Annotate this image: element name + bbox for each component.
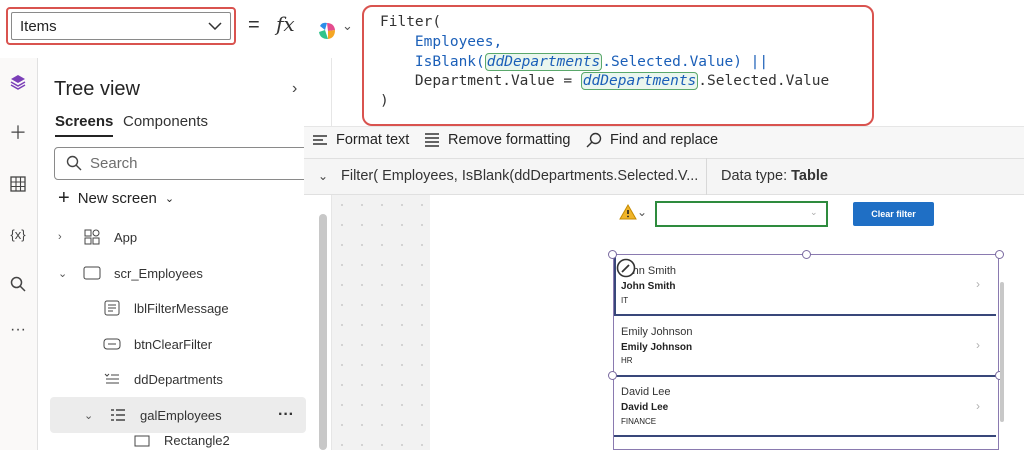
resize-handle[interactable] — [802, 250, 811, 259]
tree-scrollbar[interactable] — [319, 214, 327, 450]
chevron-right-icon[interactable]: › — [976, 399, 980, 413]
tree-item-label: scr_Employees — [114, 265, 203, 281]
chevron-down-icon[interactable]: ⌄ — [318, 169, 328, 183]
edit-pencil-icon[interactable] — [616, 258, 636, 278]
tree-item-label: Rectangle2 — [164, 433, 230, 448]
data-type-label: Data type: — [721, 168, 788, 184]
employee-name-bold: Emily Johnson — [621, 342, 693, 353]
remove-formatting-button[interactable]: Remove formatting — [424, 132, 571, 148]
chevron-right-icon[interactable]: › — [58, 231, 72, 243]
chevron-right-icon[interactable]: › — [976, 277, 980, 291]
employee-department: FINANCE — [621, 417, 657, 426]
employee-name-bold: John Smith — [621, 281, 676, 292]
code-line-3: IsBlank(ddDepartments .Selected.Value) || — [414, 52, 769, 71]
label-icon — [102, 300, 122, 316]
button-icon — [102, 336, 122, 352]
chevron-down-icon — [208, 22, 222, 30]
tree-item-btn-clear-filter[interactable]: btnClearFilter — [50, 326, 306, 362]
find-replace-label: Find and replace — [610, 132, 719, 148]
tree-item-scr-employees[interactable]: ⌄ scr_Employees — [50, 255, 306, 291]
tree-item-dd-departments[interactable]: ddDepartments — [50, 361, 306, 397]
code-line-2: Employees, — [414, 33, 503, 50]
format-text-icon — [313, 135, 327, 145]
divider — [706, 158, 707, 195]
employee-department: IT — [621, 296, 629, 305]
remove-formatting-icon — [425, 133, 439, 147]
tab-components[interactable]: Components — [123, 113, 208, 130]
formula-editor[interactable]: Filter( Employees, IsBlank(ddDepartments… — [362, 5, 874, 126]
chevron-down-icon: ⌄ — [164, 193, 175, 205]
chevron-down-icon: ⌄ — [810, 207, 818, 217]
screen-icon — [82, 265, 102, 281]
tree-item-lbl-filter-message[interactable]: lblFilterMessage — [50, 290, 306, 326]
tree-item-label: galEmployees — [140, 407, 222, 423]
tree-item-rectangle2[interactable]: Rectangle2 — [50, 433, 306, 450]
code-line-5: ) — [380, 93, 389, 110]
data-type: Data type: Table — [721, 168, 828, 184]
warning-icon[interactable] — [619, 204, 637, 220]
new-screen-button[interactable]: + New screen ⌄ — [58, 187, 174, 210]
gallery-scrollbar[interactable] — [1000, 262, 1004, 450]
variables-icon[interactable]: {x} — [4, 220, 32, 248]
tab-screens[interactable]: Screens — [55, 113, 114, 137]
chevron-down-icon[interactable]: ⌄ — [342, 18, 353, 34]
plus-icon: + — [58, 187, 70, 209]
param-highlight: ddDepartments — [580, 72, 699, 91]
dropdown-icon — [102, 371, 122, 387]
format-text-label: Format text — [336, 132, 410, 148]
employee-name: Emily Johnson — [621, 326, 693, 338]
insert-plus-icon[interactable]: ＋ — [4, 118, 32, 146]
resize-handle[interactable] — [608, 371, 617, 380]
rectangle-icon — [132, 433, 152, 449]
tree-item-app[interactable]: › App — [50, 219, 306, 255]
tree-item-label: btnClearFilter — [134, 336, 213, 352]
chevron-down-icon[interactable]: ⌄ — [84, 409, 98, 422]
more-options-icon[interactable]: ··· — [278, 406, 294, 424]
find-replace-button[interactable]: Find and replace — [586, 132, 718, 148]
chevron-down-icon[interactable]: ⌄ — [58, 267, 72, 280]
clear-filter-button[interactable]: Clear filter — [853, 202, 934, 226]
employee-name: David Lee — [621, 386, 671, 398]
tree-item-label: App — [114, 229, 138, 245]
equals-sign: = — [248, 14, 260, 36]
formula-preview[interactable]: Filter( Employees, IsBlank(ddDepartments… — [341, 168, 698, 184]
property-dropdown[interactable]: Items — [6, 7, 236, 45]
app-icon — [82, 229, 102, 245]
search-icon — [586, 132, 602, 148]
search-icon[interactable] — [4, 270, 32, 298]
department-dropdown[interactable] — [655, 201, 828, 227]
copilot-icon[interactable] — [316, 20, 338, 42]
chevron-down-icon[interactable]: ⌄ — [637, 205, 647, 219]
canvas-background — [332, 195, 430, 450]
more-icon[interactable]: ··· — [4, 316, 32, 344]
search-placeholder: Search — [90, 155, 138, 172]
gallery-row[interactable] — [614, 377, 996, 437]
chevron-right-icon[interactable]: › — [976, 338, 980, 352]
data-table-icon[interactable] — [4, 170, 32, 198]
tree-view-title: Tree view — [54, 78, 140, 100]
collapse-chevron-icon[interactable]: › — [292, 80, 297, 98]
resize-handle[interactable] — [995, 250, 1004, 259]
code-line-1: Filter( — [380, 14, 442, 30]
fx-icon[interactable]: fx — [276, 12, 295, 36]
property-dropdown-value: Items — [20, 17, 57, 35]
employee-name-bold: David Lee — [621, 402, 669, 413]
tree-item-gal-employees[interactable]: ⌄ galEmployees ··· — [50, 397, 306, 433]
new-screen-label: New screen — [77, 190, 157, 207]
remove-formatting-label: Remove formatting — [448, 132, 571, 148]
data-type-value: Table — [791, 168, 828, 184]
layers-icon[interactable] — [4, 68, 32, 96]
employee-department: HR — [621, 356, 633, 365]
format-text-button[interactable]: Format text — [312, 132, 409, 148]
code-line-4: Department.Value = ddDepartments .Selecte… — [414, 72, 830, 91]
tree-item-label: lblFilterMessage — [134, 300, 229, 316]
tree-item-label: ddDepartments — [134, 371, 223, 387]
param-highlight: ddDepartments — [484, 52, 603, 71]
left-rail — [0, 58, 38, 450]
search-icon — [66, 155, 82, 171]
gallery-icon — [108, 407, 128, 423]
